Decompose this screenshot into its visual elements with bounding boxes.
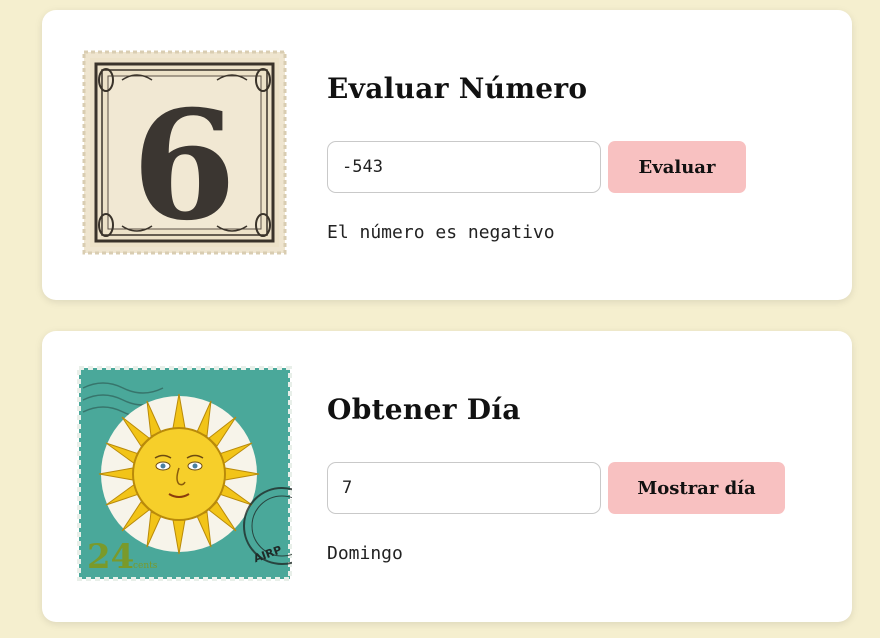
evaluar-button[interactable]: Evaluar [608,141,746,193]
number-input[interactable] [327,141,601,193]
sun-stamp-image: AIRP 24 cents [77,366,292,581]
evaluar-numero-card: 6 Evaluar Número Evaluar El número es ne… [42,10,852,300]
stamp-number: 6 [132,78,236,254]
evaluar-result-text: El número es negativo [327,222,555,243]
obtener-dia-card: AIRP 24 cents Obtener Día Mostrar día Do… [42,331,852,622]
mostrar-dia-button[interactable]: Mostrar día [608,462,785,514]
day-number-input[interactable] [327,462,601,514]
number-six-stamp-image: 6 [82,50,287,255]
stamp-unit: cents [133,561,158,571]
dia-result-text: Domingo [327,543,403,564]
stamp-value: 24 [87,537,134,577]
obtener-dia-title: Obtener Día [327,393,521,426]
evaluar-numero-title: Evaluar Número [327,72,588,105]
